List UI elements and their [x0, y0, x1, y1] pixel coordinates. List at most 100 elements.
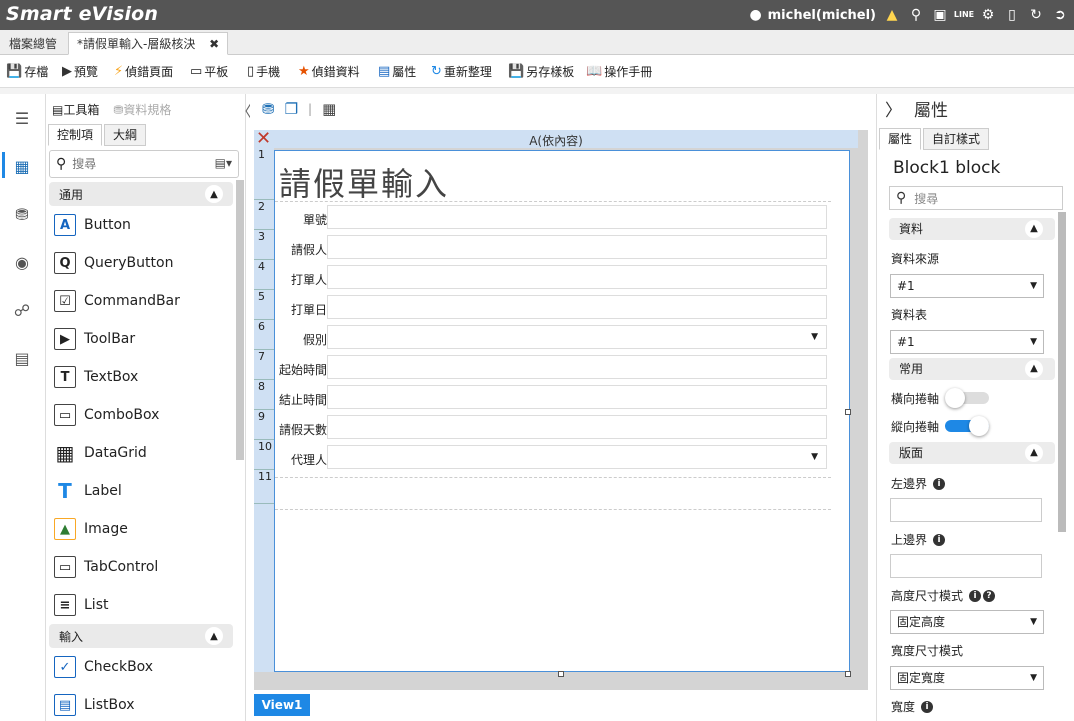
control-datagrid[interactable]: ▦ DataGrid — [46, 434, 236, 472]
width-mode-select[interactable]: 固定寬度 ▼ — [890, 666, 1044, 690]
refresh-icon[interactable]: ↻ — [1028, 7, 1044, 23]
gear-icon[interactable]: ⚙ — [980, 7, 996, 23]
left-border-input[interactable] — [890, 498, 1042, 522]
view-mode-icon[interactable]: ▤▾ — [215, 156, 232, 170]
section-common[interactable]: 常用 ▲ — [889, 358, 1055, 380]
phone-icon[interactable]: ▯ — [1004, 7, 1020, 23]
section-layout[interactable]: 版面 ▲ — [889, 442, 1055, 464]
resize-handle[interactable] — [558, 671, 564, 677]
control-label[interactable]: T Label — [46, 472, 236, 510]
row-number[interactable]: 4 — [254, 260, 274, 290]
data-source-select[interactable]: #1 ▼ — [890, 274, 1044, 298]
field-input[interactable] — [327, 265, 827, 289]
info-icon[interactable]: i — [921, 700, 934, 713]
copy-icon[interactable]: ❐ — [285, 100, 298, 118]
properties-scrollbar[interactable] — [1058, 212, 1066, 532]
database-icon[interactable]: ⛃ — [12, 204, 32, 224]
control-querybutton[interactable]: Q QueryButton — [46, 244, 236, 282]
tab-leave-form[interactable]: *請假單輸入-層級核決 ✖ — [68, 32, 229, 55]
grid-icon[interactable]: ▦ — [322, 100, 336, 118]
close-icon[interactable]: ✖ — [209, 37, 219, 51]
field-input[interactable] — [327, 415, 827, 439]
row-number[interactable]: 11 — [254, 470, 274, 504]
properties-button[interactable]: ▤ 屬性 — [378, 63, 416, 81]
tablet-button[interactable]: ▭ 平板 — [190, 63, 228, 81]
kanban-icon[interactable]: ▲ — [884, 7, 900, 23]
row-number[interactable]: 6 — [254, 320, 274, 350]
chevron-up-icon[interactable]: ▲ — [1025, 360, 1043, 378]
row-number[interactable]: 8 — [254, 380, 274, 410]
field-input[interactable] — [327, 355, 827, 379]
row-number[interactable]: 10 — [254, 440, 274, 470]
field-input[interactable] — [327, 295, 827, 319]
resize-handle[interactable] — [845, 409, 851, 415]
view-tab[interactable]: View1 — [254, 694, 310, 716]
save-template-button[interactable]: 💾 另存樣板 — [508, 63, 574, 81]
control-tabcontrol[interactable]: ▭ TabControl — [46, 548, 236, 586]
tab-controls[interactable]: 控制項 — [48, 124, 103, 146]
menu-icon[interactable]: ☰ — [12, 108, 32, 128]
control-toolbar[interactable]: ▶ ToolBar — [46, 320, 236, 358]
save-button[interactable]: 💾 存檔 — [6, 63, 48, 81]
info-icon[interactable]: i — [969, 589, 982, 602]
top-border-input[interactable] — [890, 554, 1042, 578]
expand-chevron-icon[interactable]: 〉 — [885, 96, 902, 121]
row-number[interactable]: 1 — [254, 148, 274, 200]
section-general[interactable]: 通用 ▲ — [49, 182, 233, 206]
column-header[interactable]: ✕ A(依內容) — [254, 128, 858, 149]
database-icon[interactable]: ⛃ — [262, 100, 275, 118]
section-data[interactable]: 資料 ▲ — [889, 218, 1055, 240]
toolbox-search-input[interactable] — [72, 157, 183, 171]
chevron-up-icon[interactable]: ▲ — [1025, 444, 1043, 462]
chevron-up-icon[interactable]: ▲ — [205, 185, 223, 203]
data-spec-tab[interactable]: ⛃資料規格 — [113, 101, 171, 118]
row-number[interactable]: 7 — [254, 350, 274, 380]
fullscreen-icon[interactable]: ▣ — [932, 7, 948, 23]
row-number[interactable]: 3 — [254, 230, 274, 260]
control-listbox[interactable]: ▤ ListBox — [46, 686, 236, 721]
reorganize-button[interactable]: ↻ 重新整理 — [431, 63, 492, 81]
debug-page-button[interactable]: ⚡ 偵錯頁面 — [114, 63, 173, 81]
v-scroll-toggle[interactable] — [945, 416, 989, 436]
h-scroll-toggle[interactable] — [945, 388, 989, 408]
control-checkbox[interactable]: ✓ CheckBox — [46, 648, 236, 686]
debug-data-button[interactable]: ★ 偵錯資料 — [298, 63, 360, 81]
control-list[interactable]: ≡ List — [46, 586, 236, 624]
field-input[interactable] — [327, 235, 827, 259]
chevron-up-icon[interactable]: ▲ — [1025, 220, 1043, 238]
toolbox-scrollbar[interactable] — [236, 180, 244, 460]
tab-properties[interactable]: 屬性 — [879, 128, 922, 150]
control-combobox[interactable]: ▭ ComboBox — [46, 396, 236, 434]
control-button[interactable]: A Button — [46, 206, 236, 244]
field-input[interactable] — [327, 385, 827, 409]
properties-search[interactable]: ⚲ 搜尋 — [889, 186, 1063, 210]
control-textbox[interactable]: T TextBox — [46, 358, 236, 396]
info-icon[interactable]: i — [933, 533, 946, 546]
chevron-up-icon[interactable]: ▲ — [205, 627, 223, 645]
field-input[interactable] — [327, 205, 827, 229]
line-icon[interactable]: LINE — [954, 7, 974, 23]
control-commandbar[interactable]: ☑ CommandBar — [46, 282, 236, 320]
report-icon[interactable]: ▤ — [12, 348, 32, 368]
data-table-select[interactable]: #1 ▼ — [890, 330, 1044, 354]
section-input[interactable]: 輸入 ▲ — [49, 624, 233, 648]
field-dropdown[interactable]: ▼ — [327, 325, 827, 349]
layout-icon[interactable]: ▦ — [12, 156, 32, 176]
row-number[interactable]: 9 — [254, 410, 274, 440]
info-icon[interactable]: i — [933, 477, 946, 490]
resize-handle[interactable] — [845, 671, 851, 677]
preview-button[interactable]: ▶ 預覽 — [62, 63, 98, 81]
manual-button[interactable]: 📖 操作手冊 — [586, 63, 652, 81]
row-number[interactable]: 2 — [254, 200, 274, 230]
toolbox-tab[interactable]: ▤工具箱 — [52, 101, 99, 118]
tab-outline[interactable]: 大綱 — [104, 124, 147, 146]
form-block[interactable]: 請假單輸入 單號 請假人 打單人 打單日 假別 ▼ 起始時間 結止時間 請假天數… — [274, 150, 850, 672]
eye-icon[interactable]: ◉ — [12, 252, 32, 272]
search-icon[interactable]: ⚲ — [908, 7, 924, 23]
control-image[interactable]: ▲ Image — [46, 510, 236, 548]
user-menu[interactable]: ● michel(michel) — [748, 7, 876, 23]
logout-icon[interactable]: ➲ — [1052, 7, 1068, 23]
field-dropdown[interactable]: ▼ — [327, 445, 827, 469]
height-mode-select[interactable]: 固定高度 ▼ — [890, 610, 1044, 634]
flow-icon[interactable]: ☍ — [12, 300, 32, 320]
